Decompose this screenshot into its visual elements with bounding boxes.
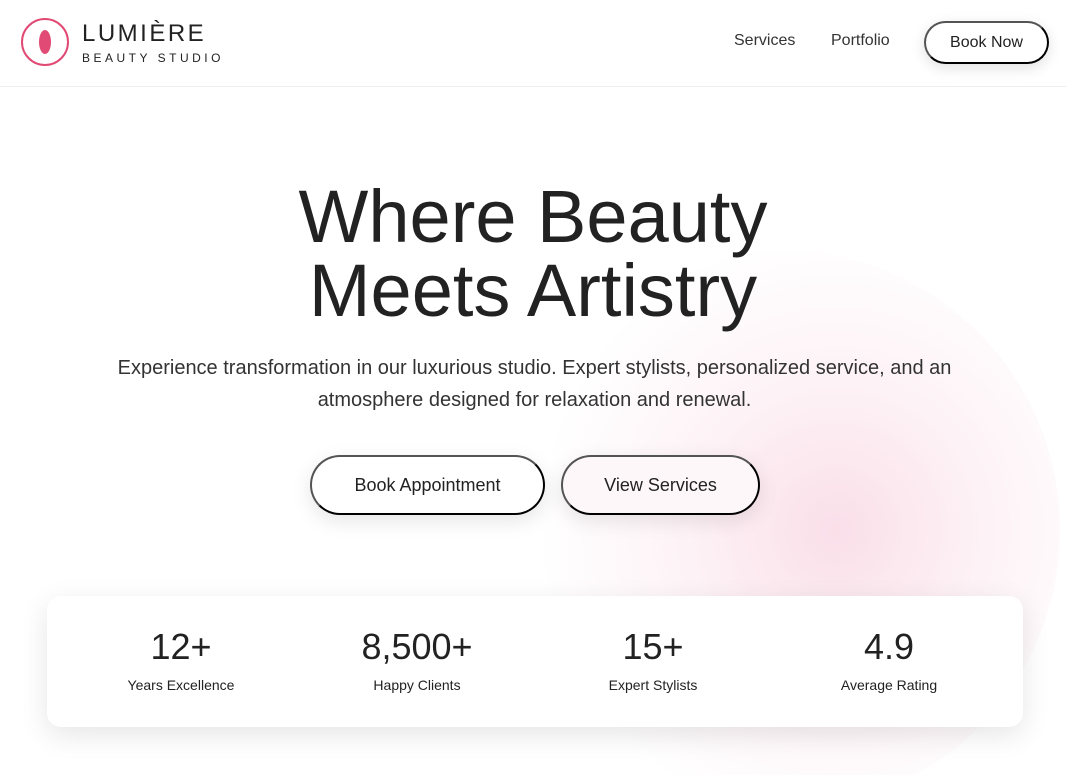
stat-value: 4.9 bbox=[863, 626, 915, 667]
stat-value: 12+ bbox=[150, 626, 212, 667]
view-services-button[interactable]: View Services bbox=[561, 455, 760, 515]
stat-item: 8,500+ Happy Clients bbox=[299, 596, 535, 727]
stat-item: 15+ Expert Stylists bbox=[535, 596, 771, 727]
leaf-icon bbox=[39, 30, 51, 54]
book-now-button[interactable]: Book Now bbox=[924, 21, 1049, 64]
book-appointment-button[interactable]: Book Appointment bbox=[310, 455, 545, 515]
hero-title-line-1: Where Beauty bbox=[298, 175, 768, 258]
brand-name: LUMIÈRE bbox=[82, 20, 207, 47]
stat-label: Expert Stylists bbox=[608, 677, 698, 693]
site-header: LUMIÈRE BEAUTY STUDIO Services Portfolio… bbox=[0, 0, 1066, 87]
hero-title-line-2: Meets Artistry bbox=[308, 249, 758, 332]
hero-title: Where Beauty Meets Artistry bbox=[0, 180, 1066, 328]
stat-item: 12+ Years Excellence bbox=[63, 596, 299, 727]
stat-label: Happy Clients bbox=[373, 677, 461, 693]
logo[interactable] bbox=[21, 18, 69, 66]
stat-label: Years Excellence bbox=[127, 677, 235, 693]
nav-portfolio-link[interactable]: Portfolio bbox=[831, 32, 890, 50]
stats-card: 12+ Years Excellence 8,500+ Happy Client… bbox=[47, 596, 1023, 727]
stat-value: 15+ bbox=[622, 626, 684, 667]
brand-subtitle: BEAUTY STUDIO bbox=[82, 51, 224, 65]
hero-description: Experience transformation in our luxurio… bbox=[117, 357, 952, 411]
stat-value: 8,500+ bbox=[361, 626, 473, 667]
stat-item: 4.9 Average Rating bbox=[771, 596, 1007, 727]
page: LUMIÈRE BEAUTY STUDIO Services Portfolio… bbox=[0, 0, 1066, 775]
stat-label: Average Rating bbox=[840, 677, 938, 693]
nav-services-link[interactable]: Services bbox=[734, 32, 795, 50]
